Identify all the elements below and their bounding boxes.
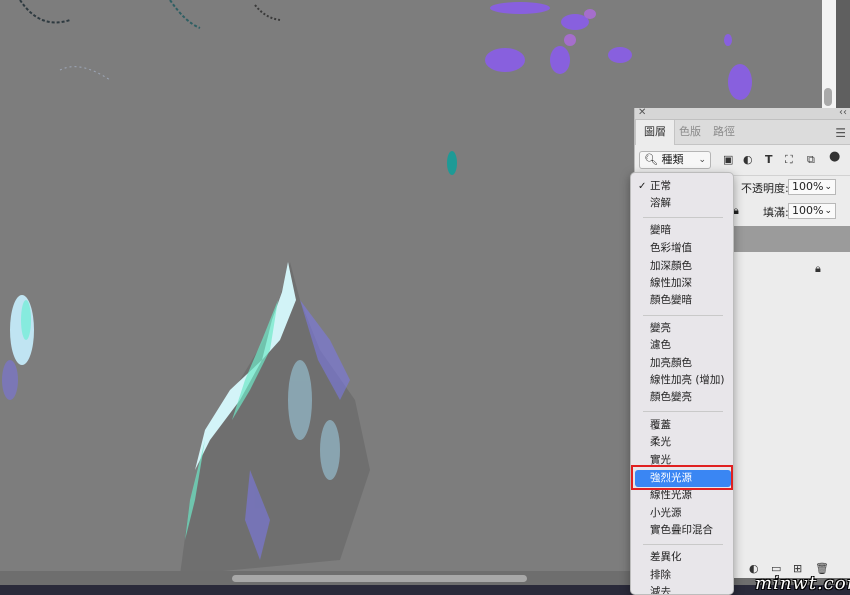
fill-value: 100% <box>792 204 824 217</box>
blend-linear-dodge[interactable]: 線性加亮 (增加) <box>635 372 731 389</box>
blend-exclusion[interactable]: 排除 <box>635 567 731 584</box>
blend-mode-menu: 正常 溶解 變暗 色彩增值 加深顏色 線性加深 顏色變暗 變亮 濾色 加亮顏色 … <box>630 172 734 595</box>
blend-darker-color[interactable]: 顏色變暗 <box>635 292 731 309</box>
blend-difference[interactable]: 差異化 <box>635 549 731 566</box>
fill-field[interactable]: 100% ⌄ <box>788 203 836 219</box>
close-icon[interactable]: ✕ <box>638 107 646 118</box>
tab-channels[interactable]: 色版 <box>671 120 709 145</box>
blend-linear-burn[interactable]: 線性加深 <box>635 275 731 292</box>
shape-filter-icon[interactable]: ⛶ <box>785 154 793 166</box>
menu-separator <box>643 544 723 545</box>
filter-kind-label: 種類 <box>661 153 684 166</box>
chevron-down-icon: ⌄ <box>824 206 832 216</box>
blend-dissolve[interactable]: 溶解 <box>635 195 731 212</box>
blend-lighten[interactable]: 變亮 <box>635 320 731 337</box>
menu-separator <box>643 315 723 316</box>
filter-toggle-icon[interactable]: ● <box>829 150 840 163</box>
adjustment-filter-icon[interactable]: ◐ <box>743 154 753 166</box>
blend-multiply[interactable]: 色彩增值 <box>635 240 731 257</box>
chevron-down-icon: ⌄ <box>698 155 706 165</box>
tab-label: 色版 <box>679 125 701 138</box>
filter-kind-select[interactable]: 🔍︎ 種類 ⌄ <box>639 151 711 169</box>
scroll-thumb[interactable] <box>824 88 832 106</box>
annotation-highlight-box <box>631 465 733 490</box>
layer-filter-row: 🔍︎ 種類 ⌄ ▣ ◐ T ⛶ ⧉ ● <box>635 147 850 173</box>
blend-color-burn[interactable]: 加深顏色 <box>635 258 731 275</box>
blend-soft-light[interactable]: 柔光 <box>635 434 731 451</box>
horizontal-scroll-thumb[interactable] <box>232 575 527 582</box>
tab-label: 路徑 <box>713 125 735 138</box>
blend-lighter-color[interactable]: 顏色變亮 <box>635 389 731 406</box>
blend-color-dodge[interactable]: 加亮顏色 <box>635 355 731 372</box>
blend-darken[interactable]: 變暗 <box>635 222 731 239</box>
fill-label: 填滿: <box>763 206 789 219</box>
photoshop-workspace: { "panel": { "tabs": [ {"label": "圖層"}, … <box>0 0 850 595</box>
collapse-icon[interactable]: ‹‹ <box>839 107 847 118</box>
chevron-down-icon: ⌄ <box>824 182 832 192</box>
blend-pin-light[interactable]: 小光源 <box>635 505 731 522</box>
image-filter-icon[interactable]: ▣ <box>723 154 733 166</box>
watermark: minwt.com <box>755 573 850 594</box>
blend-screen[interactable]: 濾色 <box>635 337 731 354</box>
tab-label: 圖層 <box>644 125 666 138</box>
opacity-field[interactable]: 100% ⌄ <box>788 179 836 195</box>
tab-layers[interactable]: 圖層 <box>635 120 675 145</box>
panel-tabs: 圖層 色版 路徑 <box>635 120 850 145</box>
panel-title-bar: ✕ ‹‹ <box>635 107 850 120</box>
lock-icon: 🔒︎ <box>815 262 821 275</box>
panel-menu-icon[interactable]: ☰ <box>835 126 846 140</box>
blend-overlay[interactable]: 覆蓋 <box>635 417 731 434</box>
search-icon: 🔍︎ <box>644 153 658 166</box>
type-filter-icon[interactable]: T <box>765 154 773 166</box>
opacity-value: 100% <box>792 180 824 193</box>
opacity-label: 不透明度: <box>741 182 789 195</box>
blend-hard-mix[interactable]: 實色疊印混合 <box>635 522 731 539</box>
tab-paths[interactable]: 路徑 <box>705 120 743 145</box>
smart-object-filter-icon[interactable]: ⧉ <box>807 154 815 166</box>
menu-separator <box>643 411 723 412</box>
blend-subtract[interactable]: 減去 <box>635 584 731 594</box>
layer-row-selected[interactable] <box>731 226 850 252</box>
blend-normal[interactable]: 正常 <box>635 178 731 195</box>
vertical-scrollbar[interactable] <box>822 0 850 110</box>
menu-separator <box>643 217 723 218</box>
